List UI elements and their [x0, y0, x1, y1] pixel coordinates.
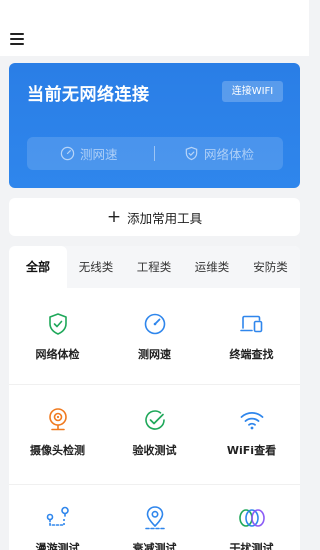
network-status-title: 当前无网络连接: [27, 85, 150, 105]
devices-icon: [239, 315, 262, 333]
tab-all[interactable]: 全部: [9, 246, 67, 288]
check-circle-icon: [144, 410, 165, 430]
tool-label: 测网速: [138, 348, 171, 361]
tool-label: 终端查找: [229, 348, 274, 361]
tool-label: 衰减测试: [132, 542, 177, 550]
tool-label: 漫游测试: [35, 542, 80, 550]
tab-wireless[interactable]: 无线类: [67, 246, 125, 288]
tool-label: WiFi查看: [226, 444, 277, 457]
camera-icon: [48, 408, 67, 431]
tool-interference-test[interactable]: 干扰测试: [203, 504, 300, 550]
tool-roaming-test[interactable]: 漫游测试: [9, 504, 106, 550]
add-common-tool-label: 添加常用工具: [127, 210, 203, 226]
tool-label: 验收测试: [132, 444, 177, 457]
network-actions-bar: 测网速 网络体检: [27, 137, 283, 170]
category-tabs: 全部 无线类 工程类 运维类 安防类: [9, 246, 300, 288]
interference-rings-icon: [238, 509, 265, 527]
speedometer-icon: [60, 146, 75, 161]
tool-terminal-find[interactable]: 终端查找: [203, 310, 300, 362]
tool-speed-test[interactable]: 测网速: [106, 310, 203, 362]
row-divider: [9, 484, 300, 485]
actions-divider: [154, 146, 155, 161]
tool-label: 摄像头检测: [30, 444, 85, 457]
hamburger-menu-icon[interactable]: [10, 33, 24, 45]
shield-check-icon: [48, 313, 67, 335]
network-check-action[interactable]: 网络体检: [184, 137, 254, 170]
top-bar: [0, 0, 309, 56]
tools-panel: 全部 无线类 工程类 运维类 安防类 网络体检 测网速 终端查找 摄像头检测 验…: [9, 246, 300, 550]
tool-label: 干扰测试: [229, 542, 274, 550]
location-pin-icon: [144, 506, 165, 530]
plus-icon: +: [106, 206, 122, 227]
roaming-route-icon: [46, 506, 69, 526]
tab-security[interactable]: 安防类: [241, 246, 300, 288]
wifi-icon: [240, 411, 263, 430]
speedometer-icon: [144, 313, 165, 335]
tab-engineering[interactable]: 工程类: [125, 246, 183, 288]
tool-label: 网络体检: [35, 348, 80, 361]
add-common-tool-button[interactable]: + 添加常用工具: [9, 198, 300, 236]
tool-camera-detect[interactable]: 摄像头检测: [9, 406, 106, 458]
tab-operations[interactable]: 运维类: [183, 246, 241, 288]
speed-test-label: 测网速: [80, 147, 118, 162]
network-status-card: 当前无网络连接 连接WIFI 测网速 网络体检: [9, 63, 300, 188]
connect-wifi-button[interactable]: 连接WIFI: [222, 81, 283, 102]
tool-wifi-view[interactable]: WiFi查看: [203, 406, 300, 458]
tool-attenuation-test[interactable]: 衰减测试: [106, 504, 203, 550]
row-divider: [9, 384, 300, 385]
tool-network-check[interactable]: 网络体检: [9, 310, 106, 362]
tool-acceptance-test[interactable]: 验收测试: [106, 406, 203, 458]
speed-test-action[interactable]: 测网速: [60, 137, 118, 170]
network-check-label: 网络体检: [204, 147, 255, 162]
shield-check-icon: [185, 146, 198, 161]
